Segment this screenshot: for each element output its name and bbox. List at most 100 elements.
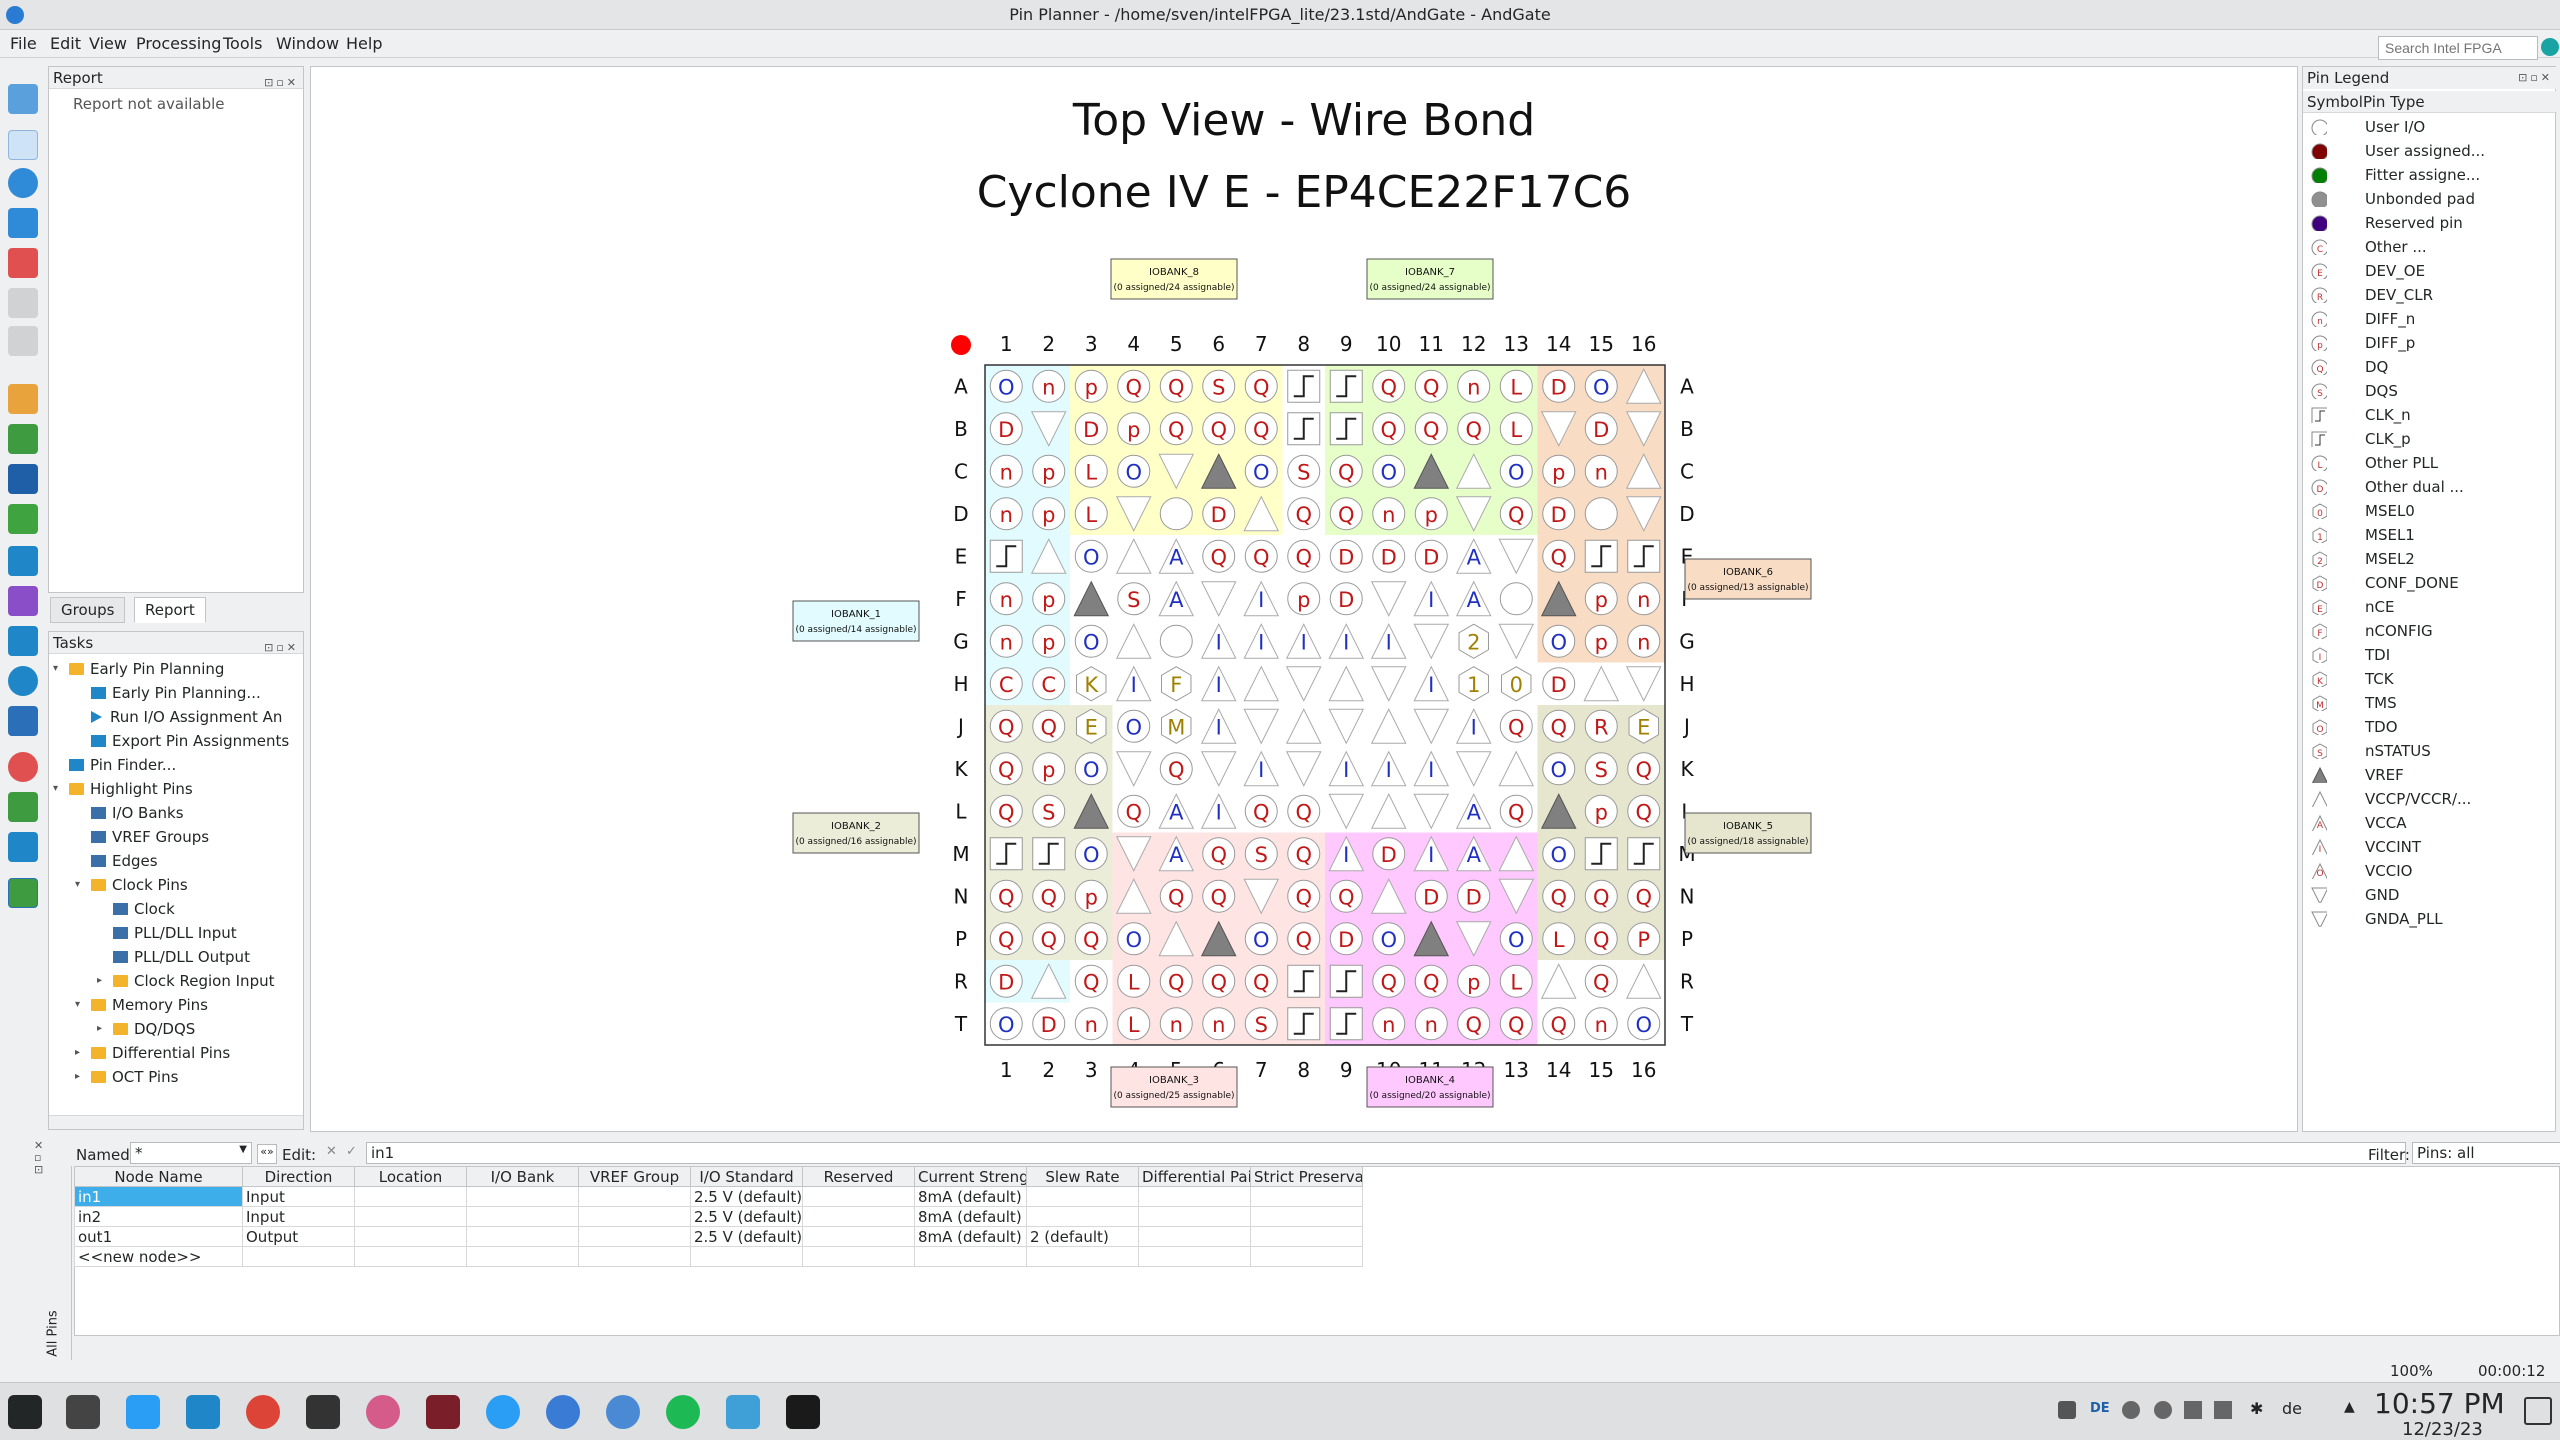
table-row[interactable]: in1 Input 2.5 V (default) 8mA (default) <box>74 1186 1363 1207</box>
volume-icon[interactable] <box>2154 1401 2172 1419</box>
chevron-right-icon[interactable]: ▸ <box>97 970 102 992</box>
pin-power[interactable] <box>1370 708 1407 744</box>
io-assign-icon[interactable] <box>8 792 38 822</box>
io-bank-box[interactable] <box>792 600 920 642</box>
table-cell[interactable] <box>354 1226 467 1247</box>
tab-groups[interactable]: Groups <box>50 597 126 623</box>
task-item[interactable]: Clock <box>113 898 175 920</box>
chrome-icon[interactable] <box>246 1395 280 1429</box>
chevron-right-icon[interactable]: ▸ <box>97 1018 102 1040</box>
pin-power[interactable] <box>1328 665 1365 702</box>
table-cell[interactable]: Output <box>242 1226 355 1247</box>
column-header[interactable]: Direction <box>242 1166 355 1187</box>
pin-power[interactable] <box>1540 963 1577 999</box>
table-cell[interactable]: 2.5 V (default) <box>690 1206 803 1227</box>
task-item[interactable]: Early Pin Planning... <box>91 682 261 704</box>
menu-processing[interactable]: Processing <box>136 34 221 53</box>
table-cell[interactable]: 2.5 V (default) <box>690 1226 803 1247</box>
task-item[interactable]: Pin Finder... <box>69 754 176 776</box>
pin-power[interactable] <box>1583 665 1620 702</box>
puzzle-icon[interactable] <box>8 504 38 534</box>
table-cell[interactable] <box>802 1206 915 1227</box>
pin-power[interactable] <box>1285 751 1322 787</box>
table-cell[interactable] <box>802 1226 915 1247</box>
panel-controls[interactable]: ⊡▫✕ <box>264 637 299 659</box>
task-item[interactable]: PLL/DLL Input <box>113 922 237 944</box>
column-header[interactable]: Slew Rate <box>1026 1166 1139 1187</box>
pin-power[interactable] <box>1498 750 1535 787</box>
binoculars-icon[interactable] <box>8 706 38 736</box>
io-icon[interactable] <box>8 626 38 656</box>
table-cell[interactable] <box>578 1206 691 1227</box>
table-cell[interactable]: <<new node>> <box>74 1246 243 1267</box>
chevron-right-icon[interactable]: ▸ <box>75 1066 80 1088</box>
task-item[interactable]: PLL/DLL Output <box>113 946 250 968</box>
discover-icon[interactable] <box>126 1395 160 1429</box>
table-cell[interactable] <box>578 1246 691 1267</box>
column-header[interactable]: Location <box>354 1166 467 1187</box>
io-bank-box[interactable] <box>792 812 920 854</box>
pin-user-io[interactable] <box>1499 582 1533 616</box>
io-bank-box[interactable] <box>1110 1066 1238 1108</box>
io-bank-box[interactable] <box>1684 558 1812 600</box>
pin-power[interactable] <box>1200 751 1237 787</box>
pin-power[interactable] <box>1285 666 1322 702</box>
task-item[interactable]: ▾ Early Pin Planning <box>53 658 224 680</box>
clock-time[interactable]: 10:57 PM <box>2374 1387 2505 1420</box>
pin-power[interactable] <box>1413 708 1450 745</box>
panel-controls[interactable]: ⊡▫✕ <box>264 72 299 94</box>
pin-power[interactable] <box>1115 751 1152 787</box>
clipboard-icon[interactable] <box>2184 1401 2202 1419</box>
pin-vref[interactable] <box>1073 580 1110 617</box>
table-cell[interactable] <box>354 1186 467 1207</box>
pin-power[interactable] <box>1625 963 1662 999</box>
table-cell[interactable] <box>354 1246 467 1267</box>
io-bank-box[interactable] <box>1110 258 1238 300</box>
io-bank-box[interactable] <box>1684 812 1812 854</box>
table-cell[interactable] <box>466 1186 579 1207</box>
pin-power[interactable] <box>1455 751 1492 787</box>
search-go-icon[interactable] <box>2541 38 2559 56</box>
quartus-icon[interactable] <box>726 1395 760 1429</box>
task-item[interactable]: ▾ Highlight Pins <box>53 778 193 800</box>
filter-combo[interactable]: Pins: all▼ <box>2412 1142 2560 1164</box>
package-icon[interactable] <box>8 586 38 616</box>
keyboard-layout[interactable]: de <box>2282 1399 2302 1418</box>
table-row[interactable]: out1 Output 2.5 V (default) 8mA (default) 2 … <box>74 1226 1363 1247</box>
thunderbird-icon[interactable] <box>546 1395 580 1429</box>
table-cell[interactable] <box>1250 1186 1363 1207</box>
keyboard-layout-tray[interactable]: DE <box>2090 1401 2110 1416</box>
column-header[interactable]: I/O Standard <box>690 1166 803 1187</box>
column-header[interactable]: Node Name <box>74 1166 243 1187</box>
browser-icon[interactable] <box>606 1395 640 1429</box>
table-cell[interactable]: 8mA (default) <box>914 1226 1027 1247</box>
bluetooth-icon[interactable]: ✱ <box>2250 1399 2263 1418</box>
column-header[interactable]: Strict Preservation <box>1250 1166 1363 1187</box>
table-cell[interactable] <box>578 1186 691 1207</box>
pin-power[interactable] <box>1200 581 1237 617</box>
pin-power[interactable] <box>1370 581 1407 617</box>
show-desktop-icon[interactable] <box>2524 1397 2552 1425</box>
task-item[interactable]: VREF Groups <box>91 826 209 848</box>
table-cell[interactable]: 8mA (default) <box>914 1186 1027 1207</box>
table-cell[interactable]: 8mA (default) <box>914 1206 1027 1227</box>
pin-user-io[interactable] <box>1159 624 1193 658</box>
table-cell[interactable] <box>690 1246 803 1267</box>
table-cell[interactable]: in1 <box>74 1186 243 1207</box>
table-cell[interactable] <box>1138 1226 1251 1247</box>
menu-edit[interactable]: Edit <box>50 34 81 53</box>
pin-power[interactable] <box>1243 665 1280 702</box>
pin-power[interactable] <box>1370 793 1407 829</box>
task-item[interactable]: ▸ Clock Region Input <box>97 970 274 992</box>
hand-tool-icon[interactable] <box>8 208 38 238</box>
table-cell[interactable] <box>354 1206 467 1227</box>
pin-power[interactable] <box>1413 793 1450 830</box>
task-item[interactable]: ▸ DQ/DQS <box>97 1018 195 1040</box>
io-run-icon[interactable] <box>8 832 38 862</box>
column-header[interactable]: Reserved <box>802 1166 915 1187</box>
media-icon[interactable] <box>366 1395 400 1429</box>
tray-icon[interactable] <box>2058 1401 2076 1419</box>
info-icon[interactable] <box>8 666 38 696</box>
task-item[interactable]: ▸ OCT Pins <box>75 1066 178 1088</box>
accept-edit-icon[interactable]: ✓ <box>346 1144 357 1159</box>
